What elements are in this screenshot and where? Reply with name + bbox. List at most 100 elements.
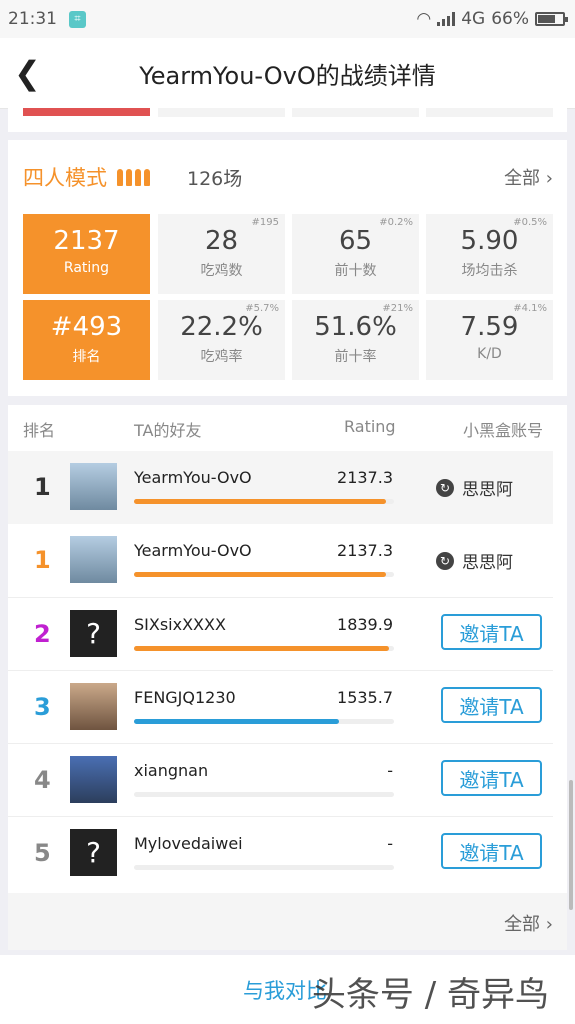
stat-value: 22.2% (180, 312, 263, 342)
stat-value: 28 (204, 226, 239, 256)
prev-tile (23, 108, 150, 116)
row-rank: 3 (34, 693, 51, 721)
stat-label: 吃鸡率 (200, 349, 243, 365)
stat-top10: #0.2% 65 前十数 (292, 214, 419, 294)
avatar (70, 463, 117, 510)
invite-button[interactable]: 邀请TA (441, 760, 542, 796)
four-people-icon (117, 168, 150, 186)
player-name: xiangnan (134, 761, 209, 780)
stat-label: 场均击杀 (461, 263, 518, 279)
unknown-avatar-icon: ? (70, 829, 117, 876)
prev-tile (158, 108, 285, 117)
match-count: 126场 (187, 168, 243, 190)
player-name: YearmYou-OvO (134, 468, 252, 487)
watermark: 头条号 / 奇异鸟 (311, 975, 549, 1015)
row-rank: 1 (34, 473, 51, 501)
invite-button[interactable]: 邀请TA (441, 833, 542, 869)
leaderboard-row[interactable]: 3 FENGJQ1230 1535.7 邀请TA (8, 670, 553, 744)
stat-ranking: #493 排名 (23, 300, 150, 380)
score-bar (134, 719, 340, 724)
header-rating: Rating (344, 417, 396, 436)
avatar (70, 756, 117, 803)
battery-level: 66% (491, 9, 529, 29)
stat-value: 5.90 (460, 226, 519, 256)
heybox-icon: ↻ (436, 551, 454, 570)
score-track (134, 719, 394, 724)
unknown-avatar-icon: ? (70, 610, 117, 657)
stat-rank: #0.2% (379, 217, 413, 228)
stat-value: #493 (50, 312, 123, 342)
invite-button[interactable]: 邀请TA (441, 614, 542, 650)
mode-title: 四人模式 (23, 162, 150, 192)
score-bar (134, 499, 387, 504)
heybox-icon: ↻ (436, 478, 454, 497)
leaderboard-row[interactable]: 1 YearmYou-OvO 2137.3 ↻ 思思阿 (8, 524, 553, 597)
bottom-bar: 与我对比 头条号 / 奇异鸟 (0, 955, 575, 1024)
mode-stats-card: 四人模式 126场 全部 › 2137 Rating #195 28 吃鸡数 #… (8, 140, 567, 396)
leaderboard-footer (8, 893, 567, 950)
scan-icon: ⌗ (69, 10, 86, 28)
status-bar: 21:31 ⌗ ◠ 4G 66% (0, 0, 575, 38)
stat-wins: #195 28 吃鸡数 (158, 214, 285, 294)
score-track (134, 499, 394, 504)
stat-value: 7.59 (460, 312, 519, 342)
prev-tile (292, 108, 419, 117)
chevron-right-icon: › (545, 168, 553, 189)
stat-rating: 2137 Rating (23, 214, 150, 294)
friends-leaderboard: 排名 TA的好友 Rating 小黑盒账号 1 YearmYou-OvO 213… (8, 405, 567, 950)
row-rank: 1 (34, 546, 51, 574)
stat-label: Rating (63, 260, 110, 276)
stat-value: 2137 (53, 226, 120, 256)
chevron-right-icon: › (545, 914, 553, 935)
stat-rank: #21% (382, 303, 413, 314)
wifi-icon: ◠ (416, 9, 432, 29)
row-rank: 2 (34, 620, 51, 648)
stat-label: 前十数 (334, 263, 377, 279)
prev-tile (426, 108, 553, 117)
view-all-friends-link[interactable]: 全部 › (504, 910, 553, 936)
stat-rank: #5.7% (245, 303, 279, 314)
player-score: 1535.7 (337, 688, 393, 707)
score-track (134, 572, 394, 577)
status-time: 21:31 (8, 9, 57, 29)
header-rank: 排名 (23, 421, 56, 440)
signal-icon (437, 12, 456, 26)
scrollbar[interactable] (569, 780, 573, 910)
player-name: SIXsixXXXX (134, 615, 226, 634)
account-badge: ↻ 思思阿 (436, 548, 513, 573)
stat-label: K/D (477, 346, 502, 362)
leaderboard-row[interactable]: 5 ? Mylovedaiwei - 邀请TA (8, 816, 553, 890)
score-track (134, 646, 394, 651)
page-header: ❮ YearmYou-OvO的战绩详情 (0, 38, 575, 109)
row-rank: 5 (34, 839, 51, 867)
back-icon[interactable]: ❮ (14, 57, 41, 89)
player-name: FENGJQ1230 (134, 688, 236, 707)
battery-icon (535, 12, 568, 26)
stat-label: 吃鸡数 (200, 263, 243, 279)
stat-value: 65 (338, 226, 373, 256)
page-title: YearmYou-OvO的战绩详情 (139, 61, 436, 90)
view-all-link[interactable]: 全部 › (504, 164, 553, 190)
stat-label: 前十率 (334, 349, 377, 365)
avatar (70, 683, 117, 730)
player-score: 2137.3 (337, 468, 393, 487)
leaderboard-row[interactable]: 2 ? SIXsixXXXX 1839.9 邀请TA (8, 597, 553, 671)
stat-win-rate: #5.7% 22.2% 吃鸡率 (158, 300, 285, 380)
leaderboard-row-self[interactable]: 1 YearmYou-OvO 2137.3 ↻ 思思阿 (8, 451, 553, 524)
invite-button[interactable]: 邀请TA (441, 687, 542, 723)
leaderboard-row[interactable]: 4 xiangnan - 邀请TA (8, 743, 553, 817)
player-name: Mylovedaiwei (134, 834, 243, 853)
stat-kills: #0.5% 5.90 场均击杀 (426, 214, 553, 294)
header-friends: TA的好友 (134, 421, 202, 440)
player-name: YearmYou-OvO (134, 541, 252, 560)
stat-rank: #0.5% (513, 217, 547, 228)
score-track (134, 792, 394, 797)
stat-rank: #195 (251, 217, 279, 228)
player-score: 1839.9 (337, 615, 393, 634)
score-bar (134, 572, 387, 577)
network-type: 4G (461, 9, 486, 29)
avatar (70, 536, 117, 583)
player-score: - (387, 761, 393, 780)
stat-rank: #4.1% (513, 303, 547, 314)
stat-label: 排名 (72, 349, 101, 365)
